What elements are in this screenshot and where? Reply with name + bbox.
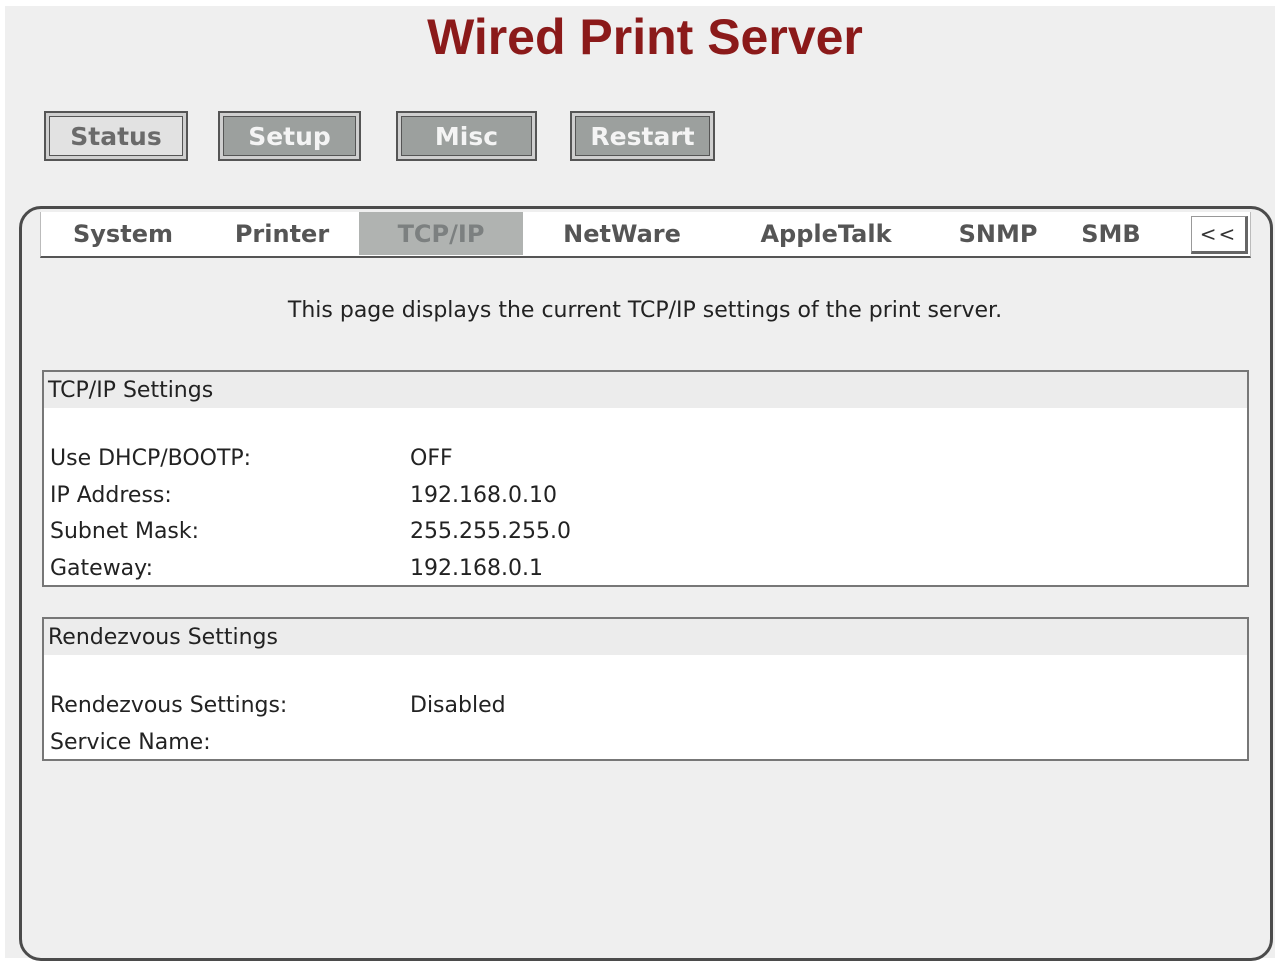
collapse-tabs-button[interactable]: << xyxy=(1191,216,1248,254)
misc-button-label: Misc xyxy=(401,116,532,156)
setup-button[interactable]: Setup xyxy=(218,111,361,161)
ip-address-label: IP Address: xyxy=(50,483,172,508)
tab-appletalk[interactable]: AppleTalk xyxy=(741,212,911,255)
setting-row-rendezvous: Rendezvous Settings: Disabled xyxy=(50,693,1240,723)
ip-address-value: 192.168.0.10 xyxy=(410,483,557,508)
tab-system[interactable]: System xyxy=(49,212,197,255)
tab-smb[interactable]: SMB xyxy=(1071,212,1151,255)
setting-row-service-name: Service Name: xyxy=(50,730,1240,760)
setting-row-subnet-mask: Subnet Mask: 255.255.255.0 xyxy=(50,519,1240,549)
tab-snmp[interactable]: SNMP xyxy=(946,212,1050,255)
sub-tab-bar: System Printer TCP/IP NetWare AppleTalk … xyxy=(40,212,1251,258)
tcpip-settings-section: TCP/IP Settings Use DHCP/BOOTP: OFF IP A… xyxy=(42,370,1249,587)
setup-button-label: Setup xyxy=(223,116,356,156)
rendezvous-settings-header: Rendezvous Settings xyxy=(44,619,1247,655)
rendezvous-settings-section: Rendezvous Settings Rendezvous Settings:… xyxy=(42,617,1249,761)
gateway-value: 192.168.0.1 xyxy=(410,556,543,581)
dhcp-label: Use DHCP/BOOTP: xyxy=(50,446,252,471)
tab-tcpip[interactable]: TCP/IP xyxy=(359,212,523,255)
setting-row-dhcp: Use DHCP/BOOTP: OFF xyxy=(50,446,1240,476)
restart-button-label: Restart xyxy=(575,116,710,156)
status-button[interactable]: Status xyxy=(44,111,188,161)
tab-netware[interactable]: NetWare xyxy=(541,212,703,255)
rendezvous-label: Rendezvous Settings: xyxy=(50,693,288,718)
rendezvous-value: Disabled xyxy=(410,693,506,718)
restart-button[interactable]: Restart xyxy=(570,111,715,161)
misc-button[interactable]: Misc xyxy=(396,111,537,161)
page-title: Wired Print Server xyxy=(427,9,863,65)
tcpip-settings-header: TCP/IP Settings xyxy=(44,372,1247,408)
service-name-label: Service Name: xyxy=(50,730,211,755)
subnet-mask-value: 255.255.255.0 xyxy=(410,519,571,544)
page-description: This page displays the current TCP/IP se… xyxy=(287,298,1003,323)
tab-printer[interactable]: Printer xyxy=(211,212,353,255)
status-button-label: Status xyxy=(49,116,183,156)
setting-row-gateway: Gateway: 192.168.0.1 xyxy=(50,556,1240,586)
dhcp-value: OFF xyxy=(410,446,453,471)
gateway-label: Gateway: xyxy=(50,556,153,581)
setting-row-ip-address: IP Address: 192.168.0.10 xyxy=(50,483,1240,513)
subnet-mask-label: Subnet Mask: xyxy=(50,519,200,544)
